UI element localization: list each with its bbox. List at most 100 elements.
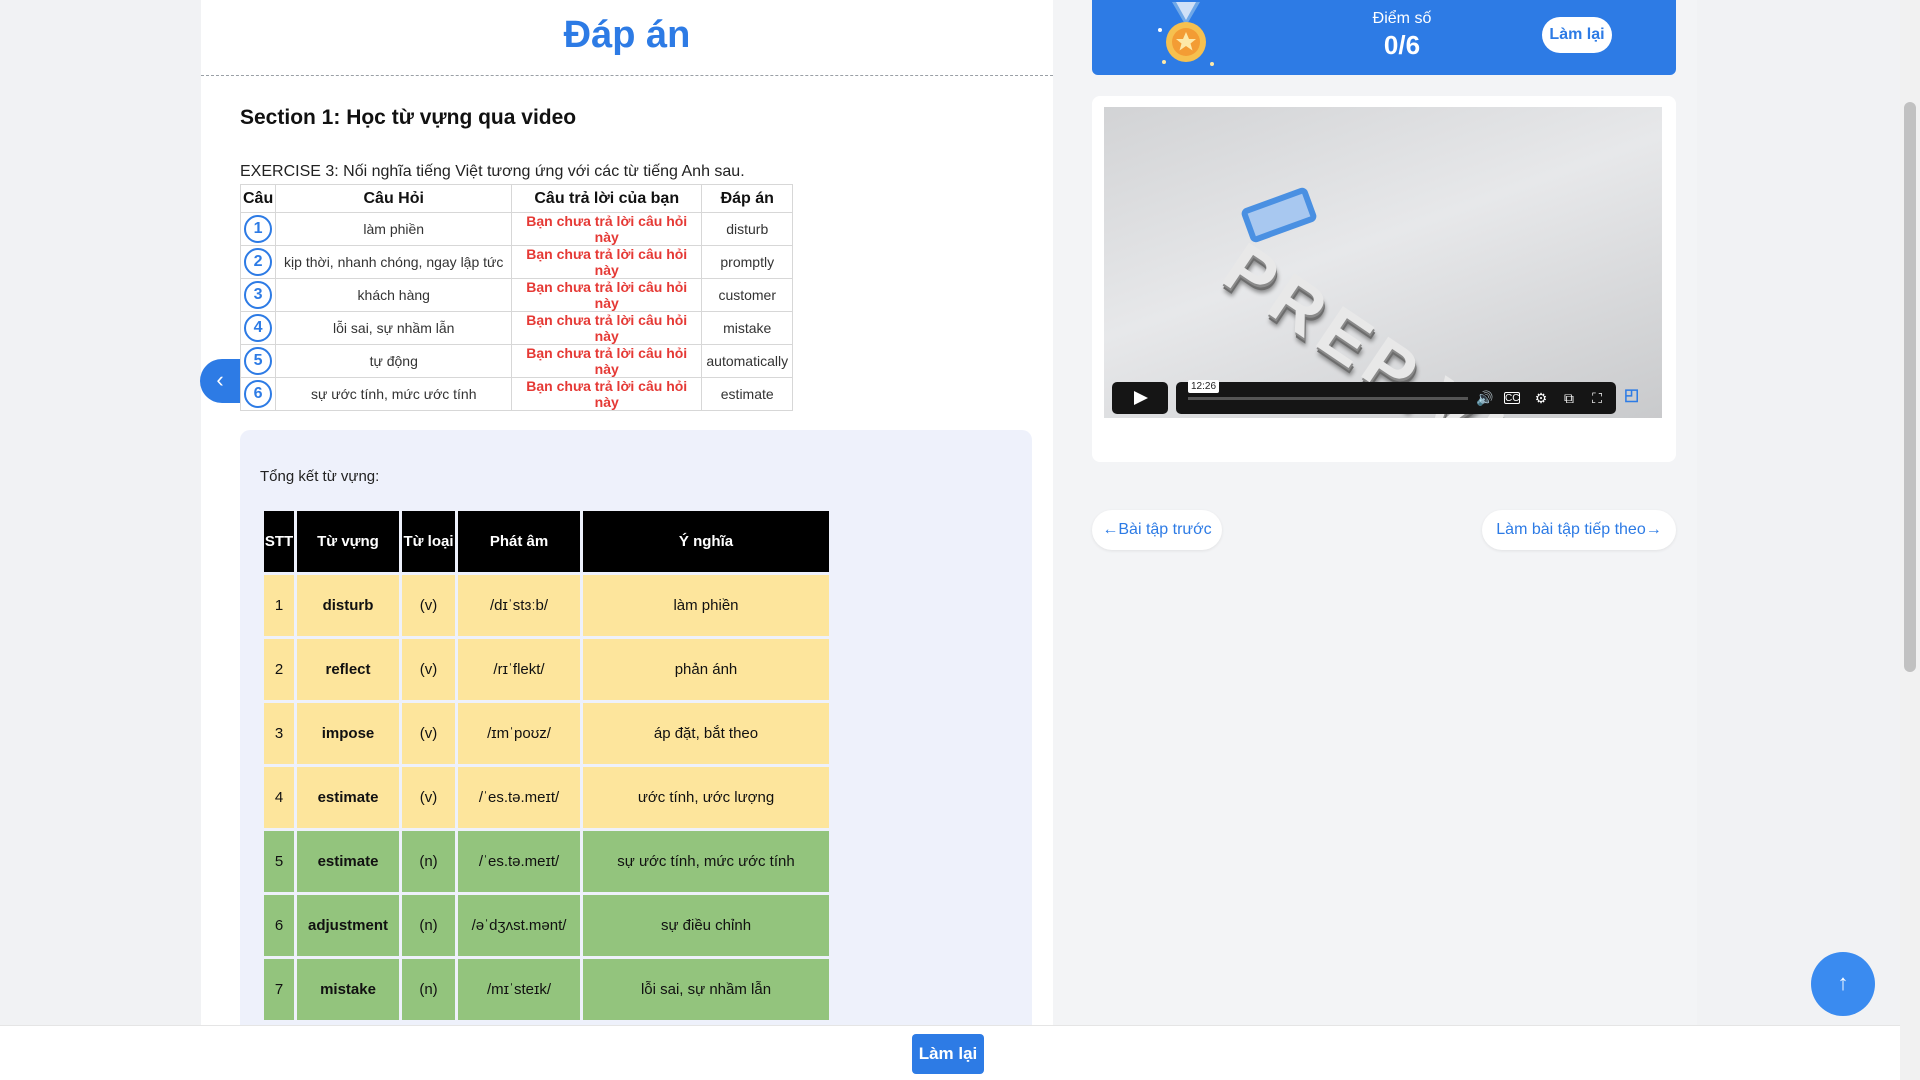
vocab-pos: (n) [402, 959, 455, 1020]
video-player[interactable]: PREP.VN 12:26 🔊 CC ⚙ ⧉ ⛶ ◰ [1104, 107, 1662, 418]
vocab-stt: 1 [264, 575, 294, 636]
vocabulary-row: 7 mistake (n) /mɪˈsteɪk/ lỗi sai, sự nhầ… [264, 959, 829, 1020]
your-answer: Bạn chưa trả lời câu hỏi này [511, 278, 703, 312]
your-answer: Bạn chưa trả lời câu hỏi này [511, 212, 703, 246]
vocab-word: disturb [297, 575, 399, 636]
vocabulary-row: 3 impose (v) /ɪmˈpoʊz/ áp đặt, bắt theo [264, 703, 829, 764]
correct-answer: disturb [701, 212, 794, 246]
col-header-question: Câu Hỏi [275, 184, 513, 213]
answer-row: 3 khách hàng Bạn chưa trả lời câu hỏi nà… [239, 278, 794, 312]
col-header-word: Từ vựng [297, 511, 399, 572]
section-title: Section 1: Học từ vựng qua video [240, 106, 577, 129]
vocab-word: estimate [297, 831, 399, 892]
picture-in-picture-icon[interactable]: ⧉ [1560, 389, 1578, 407]
correct-answer: customer [701, 278, 794, 312]
number-badge: 6 [244, 380, 273, 408]
vocabulary-row: 1 disturb (v) /dɪˈstɜːb/ làm phiền [264, 575, 829, 636]
question-number: 2 [239, 245, 277, 279]
score-card: Điểm số 0/6 Làm lại [1092, 0, 1676, 75]
correct-answer: estimate [701, 377, 794, 411]
vocab-ipa: /dɪˈstɜːb/ [458, 575, 580, 636]
answer-row: 2 kịp thời, nhanh chóng, ngay lập tức Bạ… [239, 245, 794, 279]
vocab-word: estimate [297, 767, 399, 828]
answer-row: 5 tự động Bạn chưa trả lời câu hỏi này a… [239, 344, 794, 378]
vocab-ipa: /ˈes.tə.meɪt/ [458, 831, 580, 892]
vocab-meaning: phản ánh [583, 639, 829, 700]
vocab-stt: 7 [264, 959, 294, 1020]
vocabulary-row: 4 estimate (v) /ˈes.tə.meɪt/ ước tính, ư… [264, 767, 829, 828]
vocab-stt: 3 [264, 703, 294, 764]
your-answer: Bạn chưa trả lời câu hỏi này [511, 311, 703, 345]
vocab-meaning: làm phiền [583, 575, 829, 636]
bottom-action-bar: Làm lại [0, 1025, 1900, 1080]
number-badge: 4 [244, 314, 273, 342]
redo-button-bottom[interactable]: Làm lại [912, 1034, 984, 1074]
video-timestamp: 12:26 [1188, 380, 1220, 393]
arrow-up-icon: ↑ [1837, 970, 1849, 995]
col-header-stt: STT [264, 511, 294, 572]
vocab-ipa: /rɪˈflekt/ [458, 639, 580, 700]
correct-answer: automatically [701, 344, 794, 378]
scrollbar-thumb[interactable] [1904, 102, 1916, 672]
vocab-ipa: /əˈdʒʌst.mənt/ [458, 895, 580, 956]
vocab-stt: 2 [264, 639, 294, 700]
correct-answer: promptly [701, 245, 794, 279]
vocab-pos: (n) [402, 831, 455, 892]
score-value: 0/6 [1383, 30, 1421, 60]
exercise-instruction: EXERCISE 3: Nối nghĩa tiếng Việt tương ứ… [240, 163, 745, 180]
vocab-word: reflect [297, 639, 399, 700]
vocab-ipa: /mɪˈsteɪk/ [458, 959, 580, 1020]
volume-icon[interactable]: 🔊 [1476, 389, 1494, 407]
number-badge: 5 [244, 347, 273, 375]
vocabulary-row: 2 reflect (v) /rɪˈflekt/ phản ánh [264, 639, 829, 700]
settings-gear-icon[interactable]: ⚙ [1532, 389, 1550, 407]
answer-row: 6 sự ước tính, mức ước tính Bạn chưa trả… [239, 377, 794, 411]
captions-icon[interactable]: CC [1504, 392, 1520, 404]
answer-panel: Đáp án Section 1: Học từ vựng qua video … [201, 0, 1053, 1025]
vocab-stt: 6 [264, 895, 294, 956]
your-answer: Bạn chưa trả lời câu hỏi này [511, 377, 703, 411]
vocab-stt: 4 [264, 767, 294, 828]
col-header-your-answer: Câu trả lời của bạn [511, 184, 703, 213]
vocab-meaning: lỗi sai, sự nhầm lẫn [583, 959, 829, 1020]
video-controls: 12:26 🔊 CC ⚙ ⧉ ⛶ [1176, 380, 1616, 414]
vocabulary-table: STT Từ vựng Từ loại Phát âm Ý nghĩa 1 di… [261, 508, 832, 1023]
question-text: kịp thời, nhanh chóng, ngay lập tức [275, 245, 513, 279]
your-answer: Bạn chưa trả lời câu hỏi này [511, 344, 703, 378]
question-text: khách hàng [275, 278, 513, 312]
vocab-pos: (n) [402, 895, 455, 956]
question-text: sự ước tính, mức ước tính [275, 377, 513, 411]
panel-title: Đáp án [201, 0, 1053, 76]
col-header-number: Câu [239, 184, 277, 213]
redo-button-top[interactable]: Làm lại [1542, 17, 1612, 53]
score-label: Điểm số [1372, 10, 1432, 27]
collapse-panel-button[interactable]: ‹ [200, 359, 240, 403]
question-number: 3 [239, 278, 277, 312]
video-progress-bar[interactable]: 12:26 [1188, 380, 1468, 400]
scroll-to-top-button[interactable]: ↑ [1811, 952, 1875, 1016]
vocab-meaning: áp đặt, bắt theo [583, 703, 829, 764]
your-answer: Bạn chưa trả lời câu hỏi này [511, 245, 703, 279]
vocabulary-row: 6 adjustment (n) /əˈdʒʌst.mənt/ sự điều … [264, 895, 829, 956]
previous-exercise-button[interactable]: ←Bài tập trước [1092, 510, 1222, 550]
answer-row: 4 lỗi sai, sự nhầm lẫn Bạn chưa trả lời … [239, 311, 794, 345]
video-brand-icon: ◰ [1624, 387, 1640, 404]
vocabulary-table-header: STT Từ vựng Từ loại Phát âm Ý nghĩa [264, 511, 829, 572]
page-scrollbar[interactable] [1900, 0, 1920, 1080]
number-badge: 2 [244, 248, 273, 276]
answer-table: Câu Câu Hỏi Câu trả lời của bạn Đáp án 1… [239, 184, 794, 411]
vocab-ipa: /ˈes.tə.meɪt/ [458, 767, 580, 828]
vocab-pos: (v) [402, 767, 455, 828]
fullscreen-icon[interactable]: ⛶ [1588, 389, 1606, 407]
video-card: PREP.VN 12:26 🔊 CC ⚙ ⧉ ⛶ ◰ [1092, 96, 1676, 462]
play-button[interactable] [1112, 382, 1168, 414]
vocab-meaning: sự ước tính, mức ước tính [583, 831, 829, 892]
vocab-word: impose [297, 703, 399, 764]
vocab-pos: (v) [402, 575, 455, 636]
question-number: 5 [239, 344, 277, 378]
col-header-answer: Đáp án [701, 184, 794, 213]
answer-table-header: Câu Câu Hỏi Câu trả lời của bạn Đáp án [239, 184, 794, 213]
question-number: 6 [239, 377, 277, 411]
answer-row: 1 làm phiền Bạn chưa trả lời câu hỏi này… [239, 212, 794, 246]
next-exercise-button[interactable]: Làm bài tập tiếp theo→ [1482, 510, 1676, 550]
